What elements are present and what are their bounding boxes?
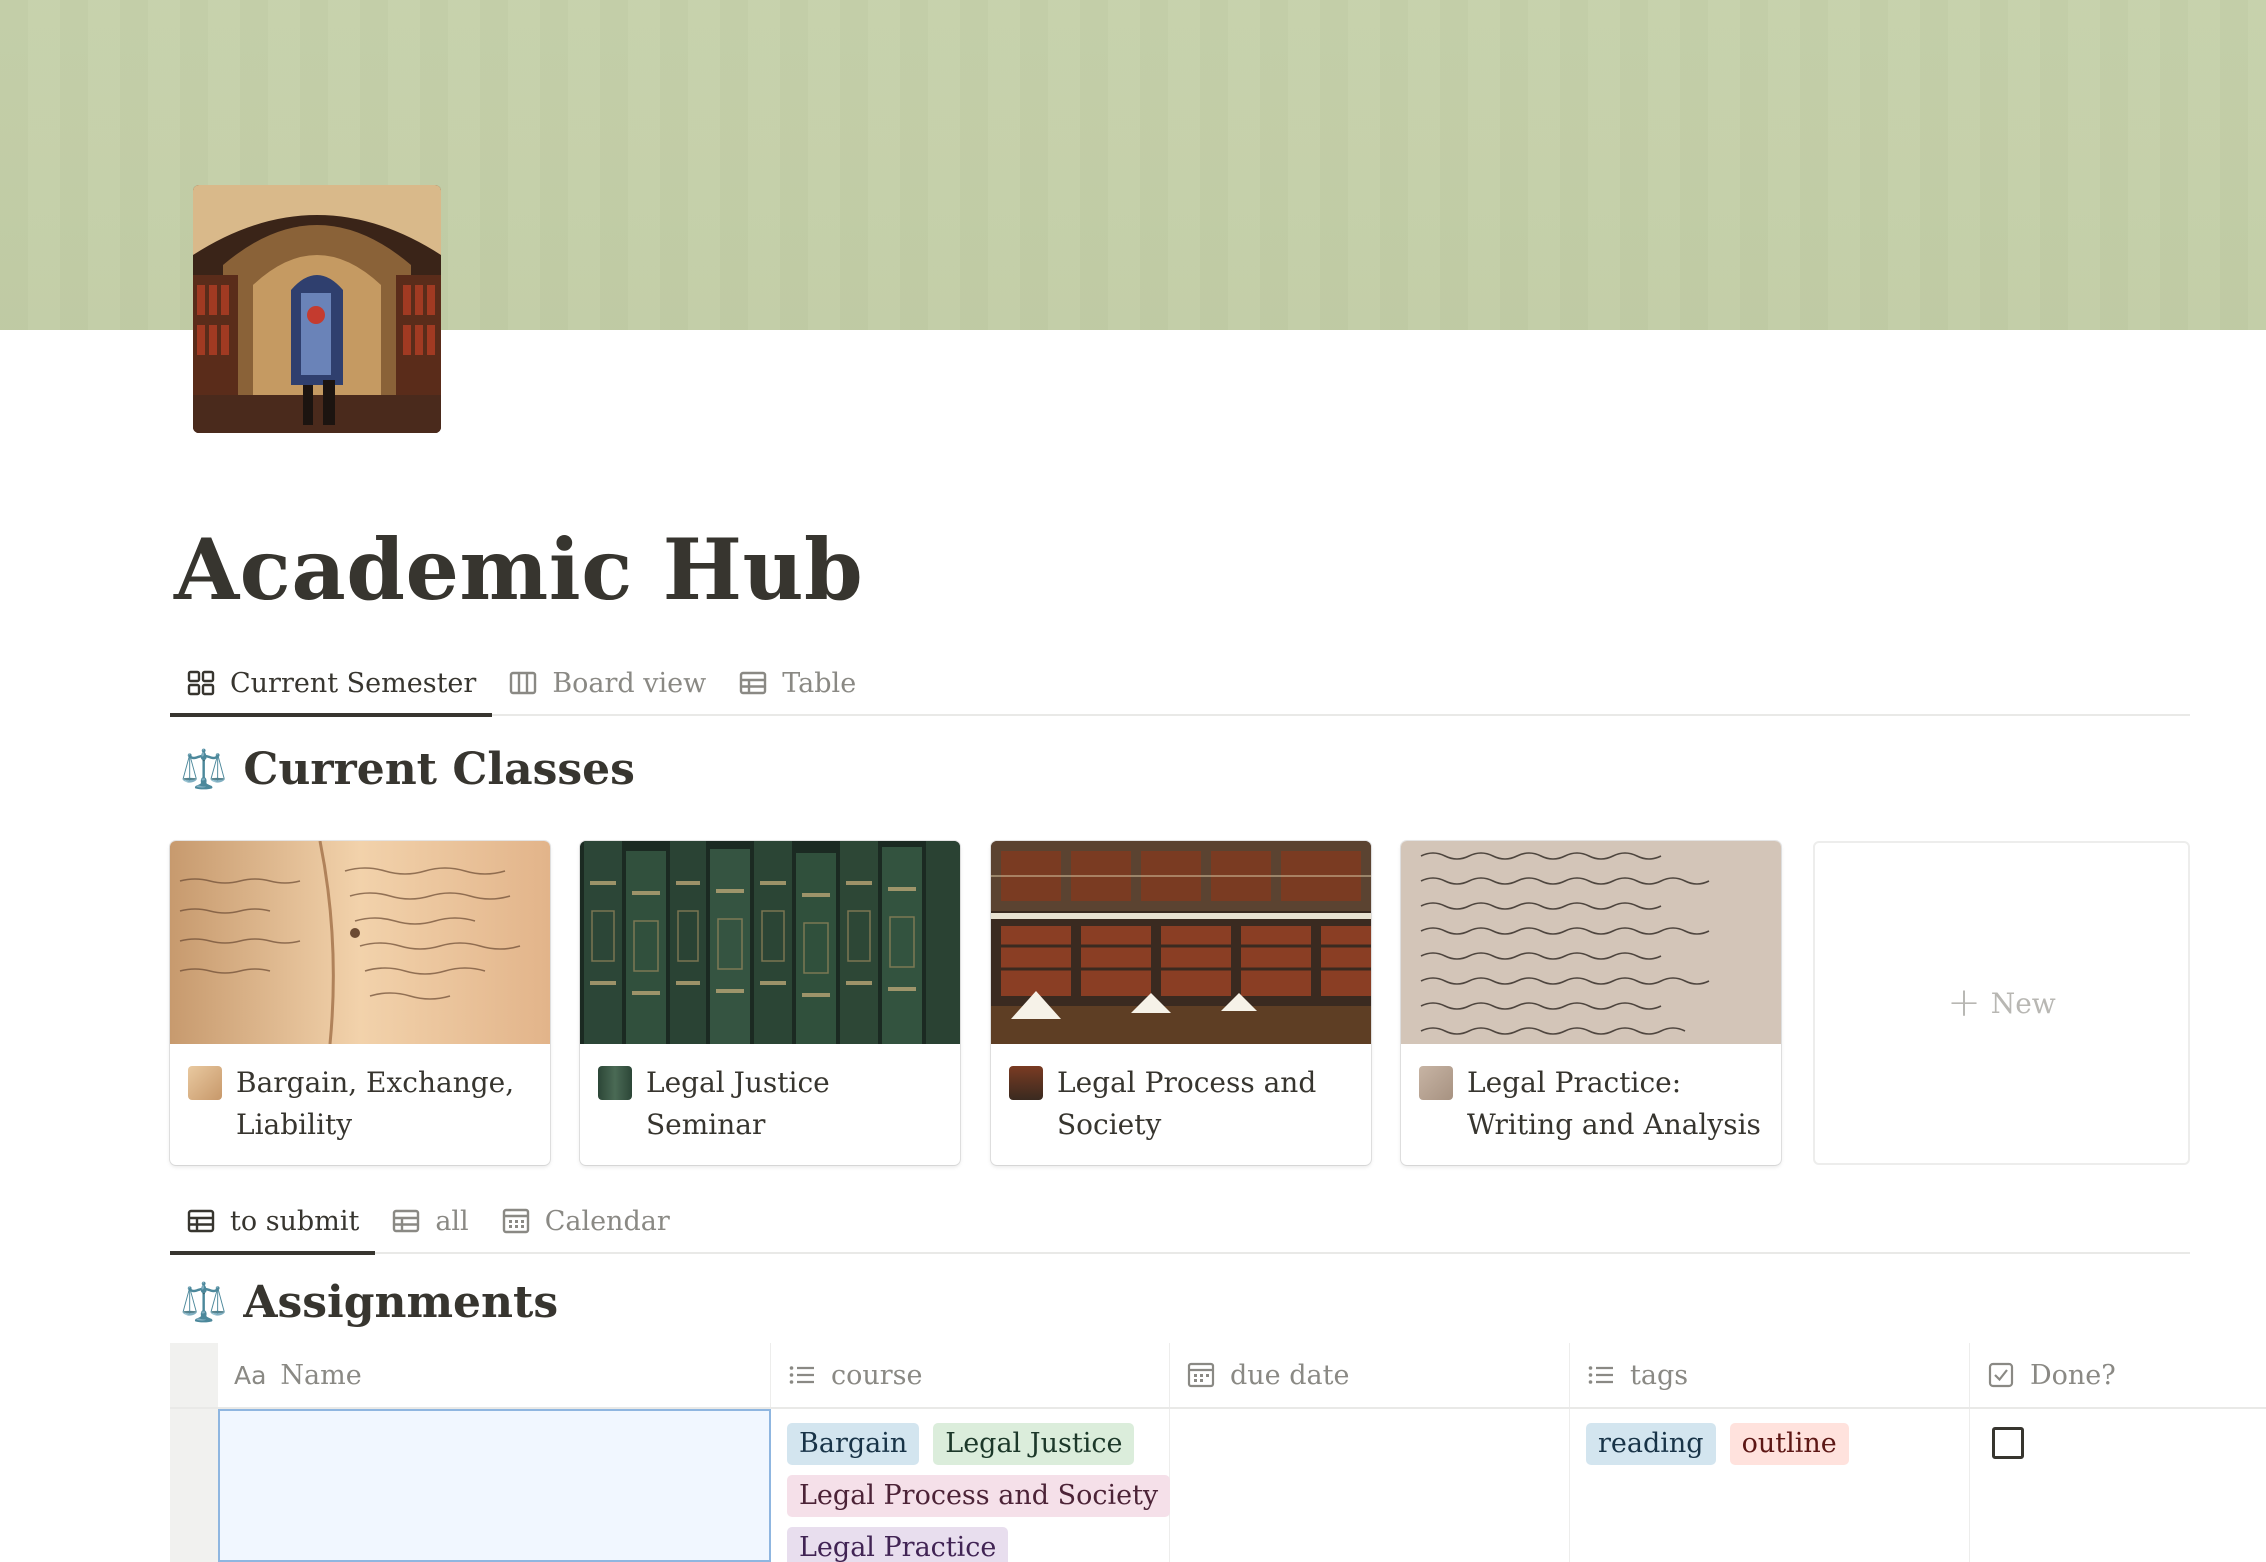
tab-label: Table: [782, 667, 857, 699]
tab-label: to submit: [230, 1205, 360, 1237]
card-title: Legal Practice: Writing and Analysis: [1467, 1066, 1761, 1141]
done-cell: [1970, 1409, 2266, 1562]
page-icon-library-image[interactable]: [193, 185, 441, 433]
class-card-legal-process-society[interactable]: Legal Process and Society: [991, 841, 1371, 1165]
tab-current-semester[interactable]: Current Semester: [170, 651, 493, 717]
card-title: Legal Justice Seminar: [646, 1066, 830, 1141]
due-date-cell[interactable]: [1170, 1409, 1570, 1562]
card-thumbnail-icon: [188, 1066, 222, 1100]
column-label: Done?: [2030, 1359, 2116, 1391]
card-cover-image: [1401, 841, 1781, 1044]
assignments-heading: ⚖️ Assignments: [180, 1277, 558, 1328]
column-header-due-date[interactable]: due date: [1170, 1343, 1570, 1407]
column-label: due date: [1230, 1359, 1350, 1391]
calendar-icon: [502, 1208, 529, 1234]
card-cover-image: [580, 841, 960, 1044]
tab-calendar[interactable]: Calendar: [485, 1189, 686, 1253]
tab-label: Calendar: [544, 1205, 670, 1237]
column-label: Name: [280, 1359, 362, 1391]
tab-label: Current Semester: [230, 667, 477, 699]
card-title: Bargain, Exchange, Liability: [236, 1066, 515, 1141]
tab-all[interactable]: all: [375, 1189, 484, 1253]
card-thumbnail-icon: [1419, 1066, 1453, 1100]
column-label: course: [831, 1359, 923, 1391]
header-gutter: [170, 1343, 218, 1407]
course-cell[interactable]: Bargain Legal Justice Legal Process and …: [771, 1409, 1171, 1562]
class-card-bargain[interactable]: Bargain, Exchange, Liability: [170, 841, 550, 1165]
tab-to-submit[interactable]: to submit: [170, 1189, 376, 1255]
card-cover-image: [991, 841, 1371, 1044]
table-icon: [393, 1209, 420, 1233]
card-title: Legal Process and Society: [1057, 1066, 1317, 1141]
text-property-icon: Aa: [234, 1360, 267, 1390]
card-thumbnail-icon: [1009, 1066, 1043, 1100]
tab-board-view[interactable]: Board view: [492, 651, 722, 715]
table-row: Bargain Legal Justice Legal Process and …: [218, 1409, 2266, 1562]
section-title: Assignments: [243, 1277, 559, 1328]
date-property-icon: [1187, 1362, 1215, 1388]
gallery-icon: [187, 670, 215, 696]
tags-cell[interactable]: reading outline: [1570, 1409, 1970, 1562]
current-classes-heading: ⚖️ Current Classes: [180, 744, 635, 795]
multi-select-icon: [789, 1366, 814, 1384]
tag-pill: outline: [1729, 1423, 1849, 1465]
column-header-course[interactable]: course: [771, 1343, 1170, 1407]
new-label: New: [1990, 986, 2056, 1020]
scales-icon: ⚖️: [180, 747, 228, 791]
tab-label: all: [435, 1205, 469, 1237]
tab-table[interactable]: Table: [722, 651, 872, 715]
card-cover-image: [170, 841, 550, 1044]
tab-label: Board view: [552, 667, 707, 699]
assignments-table-header: Aa Name course due date tags Done?: [170, 1343, 2266, 1409]
table-icon: [187, 1209, 215, 1233]
new-card-button[interactable]: + New: [1813, 841, 2190, 1165]
class-card-legal-practice[interactable]: Legal Practice: Writing and Analysis: [1401, 841, 1781, 1165]
assignment-view-tabs: to submit all Calendar: [170, 1189, 2190, 1255]
column-header-name[interactable]: Aa Name: [218, 1343, 771, 1407]
checkbox-property-icon: [1988, 1362, 2014, 1388]
done-checkbox[interactable]: [1992, 1427, 2024, 1459]
course-pill: Legal Practice: [787, 1527, 1009, 1562]
scales-icon: ⚖️: [180, 1280, 228, 1324]
view-tabs: Current Semester Board view Table: [170, 651, 2190, 717]
column-label: tags: [1630, 1359, 1689, 1391]
column-header-done[interactable]: Done?: [1970, 1343, 2266, 1407]
column-header-tags[interactable]: tags: [1570, 1343, 1970, 1407]
card-thumbnail-icon: [598, 1066, 632, 1100]
course-pill: Legal Justice: [933, 1423, 1135, 1465]
page-title[interactable]: Academic Hub: [174, 520, 863, 619]
section-title: Current Classes: [243, 744, 635, 795]
plus-icon: +: [1947, 980, 1981, 1026]
course-pill: Legal Process and Society: [787, 1475, 1171, 1517]
name-cell[interactable]: [218, 1409, 771, 1562]
board-icon: [510, 671, 537, 695]
course-pill: Bargain: [787, 1423, 920, 1465]
tag-pill: reading: [1586, 1423, 1716, 1465]
class-card-legal-justice-seminar[interactable]: Legal Justice Seminar: [580, 841, 960, 1165]
multi-select-icon: [1588, 1366, 1613, 1384]
table-icon: [740, 671, 767, 695]
